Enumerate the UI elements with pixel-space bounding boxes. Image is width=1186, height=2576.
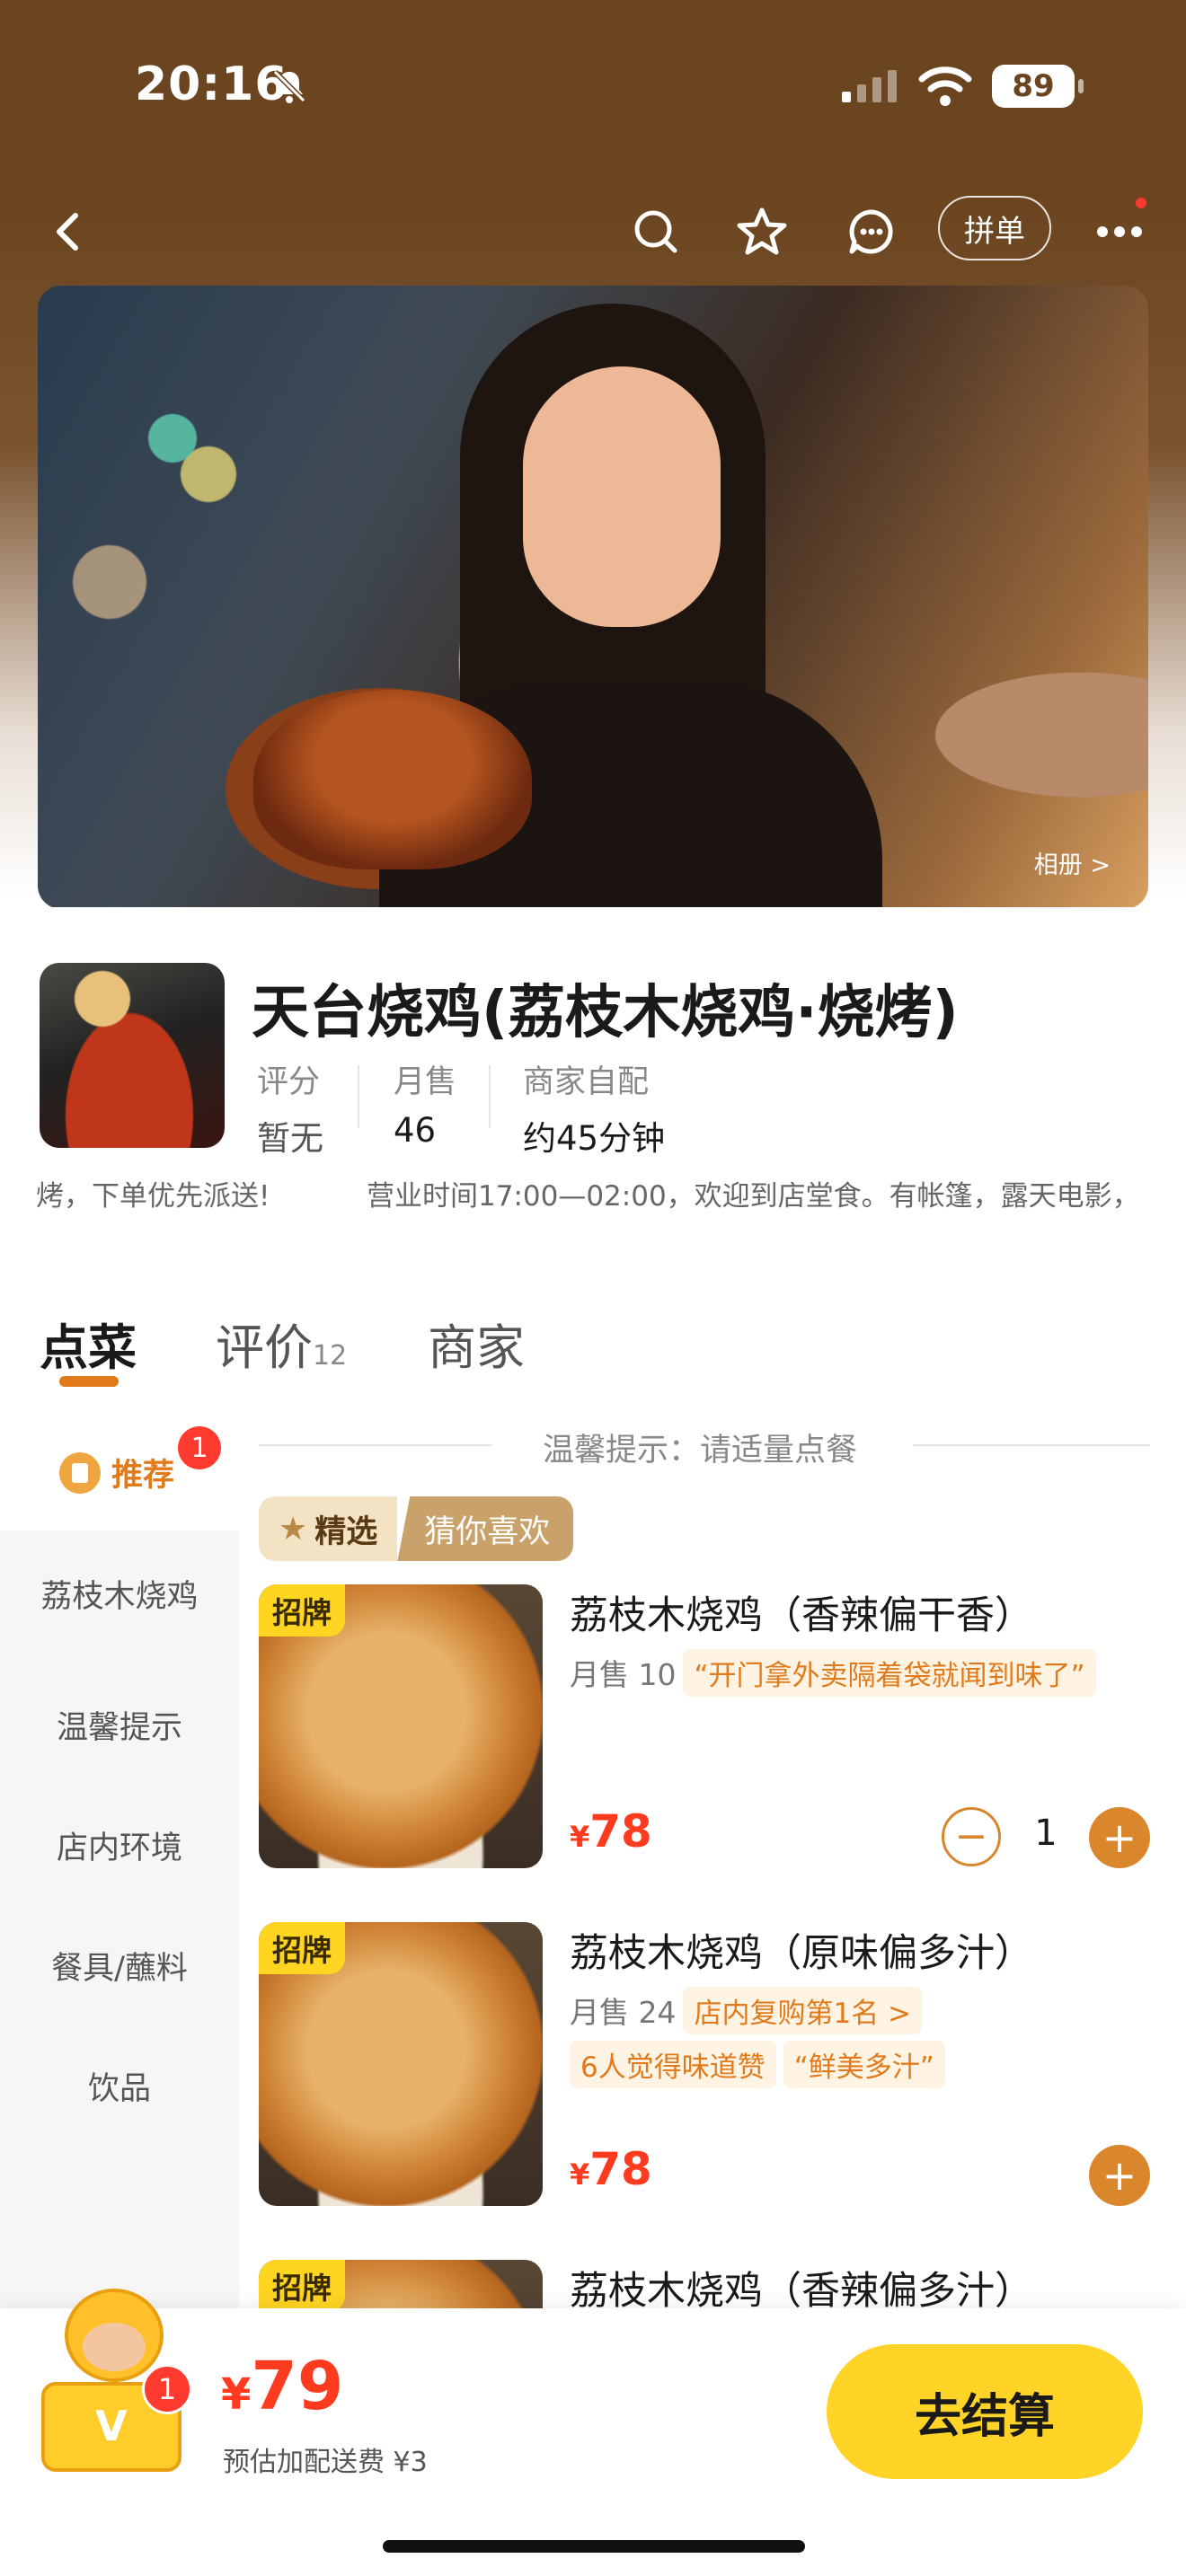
shop-banner-image[interactable]: 相册 > (38, 286, 1148, 909)
status-time: 20:16 (135, 57, 288, 111)
dish-sales: 月售 10 “开门拿外卖隔着袋就闻到味了” (570, 1649, 1096, 1697)
stat-value: 46 (394, 1111, 437, 1150)
battery-indicator: 89 (992, 65, 1084, 108)
tab-order[interactable]: 点菜 (40, 1308, 137, 1379)
cart-total: ¥79 (221, 2348, 343, 2425)
pick-tabs: ★ 精选 猜你喜欢 (259, 1496, 574, 1561)
status-bar: 20:16 89 (0, 0, 1186, 171)
tab-label: 商家 (428, 1319, 525, 1376)
dish-chip-row: 6人觉得味道赞 “鲜美多汁” (570, 2041, 945, 2088)
stat-label: 月售 (394, 1064, 457, 1100)
checkout-button[interactable]: 去结算 (827, 2344, 1143, 2479)
cart-bar: 1 ¥79 预估加配送费 ¥3 去结算 (0, 2289, 1186, 2576)
stat-delivery: 商家自配 约45分钟 (523, 1056, 665, 1160)
total-currency: ¥ (221, 2369, 252, 2420)
price-currency: ¥ (570, 1820, 590, 1854)
sidebar-item-tips[interactable]: 温馨提示 (27, 1708, 212, 1750)
notice-text-1: 烤，下单优先派送! (36, 1180, 270, 1213)
shop-info-card: 天台烧鸡(荔枝木烧鸡·烧烤) 评分 暂无 月售 46 商家自配 约45分钟 烤，… (0, 907, 1186, 1244)
shop-notice-strip[interactable]: 烤，下单优先派送! 营业时间17:00—02:00，欢迎到店堂食。有帐篷，露天电… (0, 1168, 1186, 1213)
tab-merchant[interactable]: 商家 (428, 1308, 525, 1379)
pick-featured-label: 精选 (314, 1513, 378, 1550)
stat-monthly-sales: 月售 46 (394, 1056, 456, 1150)
dish-image[interactable]: 招牌 (259, 1922, 543, 2206)
active-tab-indicator (59, 1376, 119, 1387)
price-value: 78 (589, 1805, 652, 1857)
shop-name: 天台烧鸡(荔枝木烧鸡·烧烤) (252, 980, 959, 1046)
total-value: 79 (251, 2348, 344, 2425)
stat-label: 商家自配 (523, 1064, 650, 1100)
featured-star-icon: ★ (279, 1510, 308, 1548)
tab-label: 点菜 (40, 1319, 137, 1376)
add-to-cart-button[interactable]: + (1089, 2145, 1150, 2206)
dish-sales-count: 月售 24 (570, 1995, 677, 2030)
delivery-fee-text: 预估加配送费 ¥3 (223, 2447, 428, 2478)
tip-divider-right (913, 1444, 1150, 1446)
sidebar-item-recommend[interactable]: 推荐 1 (0, 1408, 239, 1531)
notification-dot (1136, 198, 1146, 208)
stat-rating: 评分 暂无 (257, 1056, 323, 1160)
signal-icon (842, 70, 897, 102)
wifi-icon (918, 66, 972, 106)
stat-label: 评分 (257, 1064, 321, 1100)
cart-count-badge: 1 (142, 2364, 192, 2414)
dish-image[interactable]: 招牌 (259, 1584, 543, 1868)
mascot-face (83, 2323, 146, 2371)
sidebar-item-drinks[interactable]: 饮品 (27, 2069, 212, 2111)
dish-sales-count: 月售 10 (570, 1657, 677, 1692)
dish-praise-chip: 6人觉得味道赞 (570, 2041, 776, 2088)
sidebar-item-environment[interactable]: 店内环境 (27, 1829, 212, 1870)
quantity-minus-button[interactable]: − (942, 1807, 1001, 1866)
dish-name: 荔枝木烧鸡（原味偏多汁） (570, 1931, 1033, 1976)
stat-divider (489, 1065, 491, 1128)
tip-divider-left (259, 1444, 492, 1446)
nav-bar: 拼单 (0, 189, 1186, 269)
home-indicator (383, 2540, 805, 2553)
dish-price: ¥78 (570, 1805, 652, 1857)
dish-name: 荔枝木烧鸡（香辣偏干香） (570, 1593, 1033, 1638)
banner-roast-chicken (253, 690, 532, 869)
dish-quote-chip: “鲜美多汁” (783, 2041, 945, 2088)
sidebar-item-lychee-chicken[interactable]: 荔枝木烧鸡 (36, 1577, 203, 1619)
dish-item[interactable]: 招牌 荔枝木烧鸡（原味偏多汁） 月售 24 店内复购第1名 > 6人觉得味道赞 “鲜… (259, 1922, 1166, 2210)
price-value: 78 (589, 2143, 652, 2195)
dish-sales: 月售 24 店内复购第1名 > (570, 1987, 923, 2034)
stat-divider (358, 1065, 359, 1128)
stat-value: 暂无 (257, 1119, 323, 1158)
dish-item[interactable]: 招牌 荔枝木烧鸡（香辣偏干香） 月售 10 “开门拿外卖隔着袋就闻到味了” ¥78… (259, 1584, 1166, 1872)
signature-tag: 招牌 (259, 1584, 345, 1636)
stat-value: 约45分钟 (523, 1119, 666, 1158)
tab-label: 评价 (216, 1319, 313, 1376)
sidebar-item-tableware[interactable]: 餐具/蘸料 (27, 1949, 212, 1990)
search-icon[interactable] (629, 205, 683, 259)
repurchase-rank-chip[interactable]: 店内复购第1名 > (683, 1987, 923, 2034)
signature-tag: 招牌 (259, 2260, 345, 2312)
tab-review-count: 12 (313, 1340, 348, 1372)
back-icon[interactable] (41, 205, 95, 259)
favorite-star-icon[interactable] (735, 205, 789, 259)
signature-tag: 招牌 (259, 1922, 345, 1974)
dish-price: ¥78 (570, 2143, 652, 2195)
chat-icon[interactable] (845, 205, 898, 259)
dish-name: 荔枝木烧鸡（香辣偏多汁） (570, 2269, 1033, 2314)
pick-guess-you-like[interactable]: 猜你喜欢 (397, 1496, 574, 1561)
recommend-item: 推荐 (59, 1450, 174, 1495)
pick-featured[interactable]: ★ 精选 (259, 1496, 398, 1561)
quantity-value: 1 (1034, 1813, 1058, 1854)
shop-logo[interactable] (40, 963, 225, 1148)
recommend-label: 推荐 (111, 1458, 175, 1494)
recommend-icon (59, 1451, 101, 1494)
album-link[interactable]: 相册 > (1034, 845, 1111, 880)
notice-text-2: 营业时间17:00—02:00，欢迎到店堂食。有帐篷，露天电影， (367, 1180, 1140, 1213)
bell-muted-icon (272, 69, 306, 103)
order-tip: 温馨提示：请适量点餐 (543, 1433, 858, 1469)
banner-person-face (523, 366, 721, 627)
price-currency: ¥ (570, 2157, 590, 2192)
recommend-count-badge: 1 (178, 1426, 221, 1469)
tab-reviews[interactable]: 评价12 (216, 1308, 347, 1379)
quantity-plus-button[interactable]: + (1089, 1807, 1150, 1868)
more-icon[interactable] (1093, 205, 1146, 259)
group-order-button[interactable]: 拼单 (938, 196, 1051, 260)
dish-review-chip: “开门拿外卖隔着袋就闻到味了” (683, 1649, 1096, 1697)
